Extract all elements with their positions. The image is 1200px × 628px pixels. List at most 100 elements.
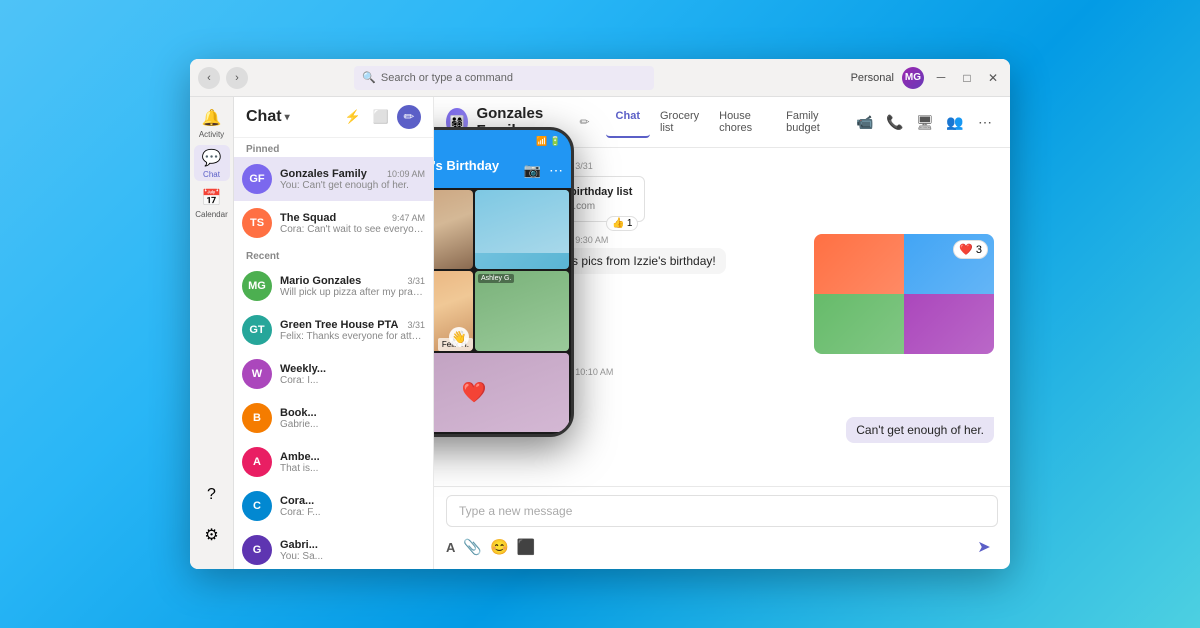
chat-list-title[interactable]: Chat ▾ xyxy=(246,108,290,126)
chat-item-cora[interactable]: C Cora... Cora: F... xyxy=(234,484,433,528)
nav-buttons: ‹ › xyxy=(198,67,248,89)
phone-chat-header: ‹ Izabel's Birthday 22:88 📷 ⋯ xyxy=(434,152,571,188)
chat-item-info: Weekly... Cora: I... xyxy=(280,363,425,386)
chat-item-info: Gabri... You: Sa... xyxy=(280,539,425,562)
chat-item-ambe[interactable]: A Ambe... That is... xyxy=(234,440,433,484)
personal-label: Personal xyxy=(851,72,894,84)
title-bar: ‹ › 🔍 Search or type a command Personal … xyxy=(190,59,1010,97)
title-bar-right: Personal MG － □ ✕ xyxy=(851,67,1002,89)
participants-button[interactable]: 👥 xyxy=(942,109,968,135)
maximize-button[interactable]: □ xyxy=(958,69,976,87)
sidebar: 🔔 Activity 💬 Chat 📅 Calendar ? ⚙ xyxy=(190,97,234,569)
message-bubble-self: Can't get enough of her. xyxy=(846,417,994,443)
chat-icon: 💬 xyxy=(202,148,222,168)
photo-reaction: ❤️ 3 xyxy=(953,240,988,259)
chat-panel-tabs: Chat Grocery list House chores Family bu… xyxy=(606,106,844,138)
screen-share-button[interactable]: 🖥 xyxy=(912,109,938,135)
photo-cell-3 xyxy=(814,294,904,354)
phone-status-bar: 10:10 📶 🔋 xyxy=(434,130,571,152)
photo-attachment: ❤️ 3 xyxy=(814,234,994,354)
phone-video-area: Felix H. Felix H. 👋 xyxy=(434,188,571,434)
user-avatar[interactable]: MG xyxy=(902,67,924,89)
search-placeholder: Search or type a command xyxy=(381,72,513,84)
message-input-actions: A 📎 😊 ⬛ ➤ xyxy=(446,533,998,561)
video-call-button[interactable]: 📹 xyxy=(852,109,878,135)
chat-label: Chat xyxy=(203,170,220,179)
chat-item-mario[interactable]: MG Mario Gonzales 3/31 Will pick up pizz… xyxy=(234,264,433,308)
calendar-label: Calendar xyxy=(195,210,227,219)
phone-content: Felix H. Felix H. 👋 xyxy=(434,188,571,434)
chat-list-actions: ⚡ ⬜ ✏ xyxy=(341,105,421,129)
giphy-button[interactable]: ⬛ xyxy=(517,538,536,556)
back-button[interactable]: ‹ xyxy=(198,67,220,89)
message-input[interactable]: Type a new message xyxy=(446,495,998,527)
avatar: TS xyxy=(242,208,272,238)
edit-name-icon[interactable]: ✏ xyxy=(579,115,589,129)
sidebar-item-activity[interactable]: 🔔 Activity xyxy=(194,105,230,141)
photo-cell-1 xyxy=(814,234,904,294)
avatar: MG xyxy=(242,271,272,301)
message-content: Can't get enough of her. xyxy=(846,417,994,443)
chat-item-weekly[interactable]: W Weekly... Cora: I... xyxy=(234,352,433,396)
calendar-icon: 📅 xyxy=(202,188,222,208)
tab-chores[interactable]: House chores xyxy=(709,106,776,138)
sidebar-item-settings[interactable]: ⚙ xyxy=(194,517,230,553)
chat-item-gabri[interactable]: G Gabri... You: Sa... xyxy=(234,528,433,569)
chat-item-info: Ambe... That is... xyxy=(280,451,425,474)
chat-item-book[interactable]: B Book... Gabrie... xyxy=(234,396,433,440)
help-icon: ? xyxy=(207,486,216,504)
search-bar[interactable]: 🔍 Search or type a command xyxy=(354,66,654,90)
recent-label: Recent xyxy=(234,245,433,264)
sidebar-item-chat[interactable]: 💬 Chat xyxy=(194,145,230,181)
activity-label: Activity xyxy=(199,130,224,139)
sidebar-item-calendar[interactable]: 📅 Calendar xyxy=(194,185,230,221)
chat-item-the-squad[interactable]: TS The Squad 9:47 AM Cora: Can't wait to… xyxy=(234,201,433,245)
more-options-button[interactable]: ⋯ xyxy=(972,109,998,135)
video-tile-5: ❤️ xyxy=(434,353,569,432)
tab-grocery[interactable]: Grocery list xyxy=(650,106,709,138)
phone-header-icons: 📷 ⋯ xyxy=(524,162,563,179)
activity-icon: 🔔 xyxy=(202,108,222,128)
tab-budget[interactable]: Family budget xyxy=(776,106,844,138)
video-tile-1: Felix H. xyxy=(434,190,473,269)
sidebar-bottom: ? ⚙ xyxy=(194,477,230,561)
sidebar-item-help[interactable]: ? xyxy=(194,477,230,513)
chat-item-info: Mario Gonzales 3/31 Will pick up pizza a… xyxy=(280,275,425,298)
phone-more-icon[interactable]: ⋯ xyxy=(549,162,563,179)
chat-item-info: Cora... Cora: F... xyxy=(280,495,425,518)
more-options-icon[interactable]: ⬜ xyxy=(369,105,393,129)
chevron-down-icon: ▾ xyxy=(285,112,290,123)
minimize-button[interactable]: － xyxy=(932,69,950,87)
chat-item-info: Book... Gabrie... xyxy=(280,407,425,430)
audio-call-button[interactable]: 📞 xyxy=(882,109,908,135)
close-button[interactable]: ✕ xyxy=(984,69,1002,87)
avatar: GT xyxy=(242,315,272,345)
video-tile-3: Felix H. 👋 xyxy=(434,271,473,350)
emoji-button[interactable]: 😊 xyxy=(490,538,509,556)
chat-item-gonzales-family[interactable]: GF Gonzales Family 10:09 AM You: Can't g… xyxy=(234,157,433,201)
tab-chat[interactable]: Chat xyxy=(606,106,650,138)
message-input-area: Type a new message A 📎 😊 ⬛ ➤ xyxy=(434,486,1010,569)
settings-icon: ⚙ xyxy=(204,525,218,545)
compose-button[interactable]: ✏ xyxy=(397,105,421,129)
chat-item-pta[interactable]: GT Green Tree House PTA 3/31 Felix: Than… xyxy=(234,308,433,352)
chat-list-header: Chat ▾ ⚡ ⬜ ✏ xyxy=(234,97,433,138)
search-icon: 🔍 xyxy=(362,71,376,84)
avatar: G xyxy=(242,535,272,565)
chat-panel-header-actions: 📹 📞 🖥 👥 ⋯ xyxy=(852,109,998,135)
format-button[interactable]: A xyxy=(446,540,455,555)
chat-item-info: The Squad 9:47 AM Cora: Can't wait to se… xyxy=(280,212,425,235)
video-tile-4: Ashley G. xyxy=(475,271,569,350)
attach-button[interactable]: 📎 xyxy=(463,538,482,556)
filter-icon[interactable]: ⚡ xyxy=(341,105,365,129)
avatar: B xyxy=(242,403,272,433)
app-window: ‹ › 🔍 Search or type a command Personal … xyxy=(190,59,1010,569)
forward-button[interactable]: › xyxy=(226,67,248,89)
avatar: GF xyxy=(242,164,272,194)
chat-item-info: Green Tree House PTA 3/31 Felix: Thanks … xyxy=(280,319,425,342)
main-content: 🔔 Activity 💬 Chat 📅 Calendar ? ⚙ xyxy=(190,97,1010,569)
phone-video-icon[interactable]: 📷 xyxy=(524,162,541,179)
message-reaction: 👍 1 xyxy=(606,216,638,231)
send-button[interactable]: ➤ xyxy=(970,533,998,561)
avatar: W xyxy=(242,359,272,389)
